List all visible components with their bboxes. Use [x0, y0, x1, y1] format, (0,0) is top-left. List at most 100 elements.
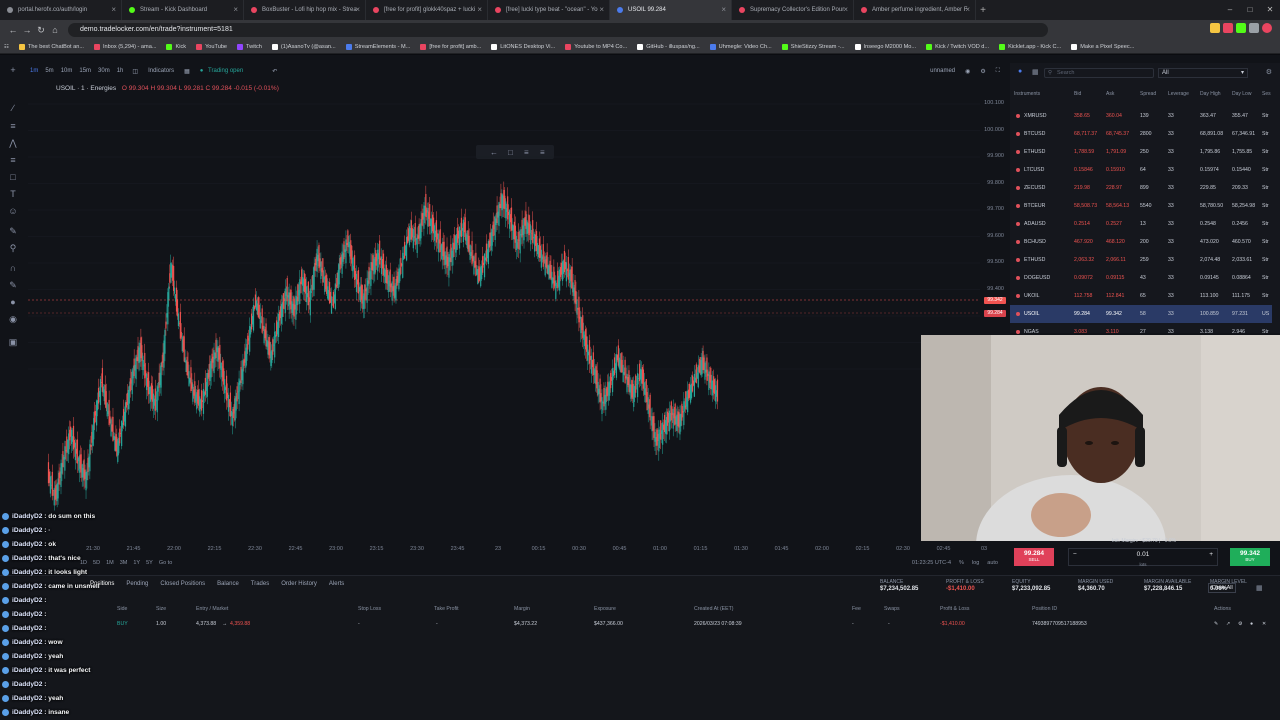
sell-button[interactable]: 99.284 SELL — [1014, 548, 1054, 566]
extension-icon[interactable] — [1223, 23, 1233, 33]
bookmark-item[interactable]: Inseego M2000 Mo... — [851, 43, 923, 50]
fib-icon[interactable]: ≡ — [8, 155, 18, 165]
bookmark-item[interactable]: Twitch — [233, 43, 268, 50]
bookmark-item[interactable]: Kick / Twitch VOD d... — [922, 43, 995, 50]
rectangle-icon[interactable]: □ — [8, 172, 18, 182]
log-toggle[interactable]: log — [972, 560, 979, 566]
buy-button[interactable]: 99.342 BUY — [1230, 548, 1270, 566]
layouts-icon[interactable]: ▦ — [181, 68, 193, 75]
close-tab-icon[interactable]: × — [965, 5, 970, 14]
url-input[interactable]: demo.tradelocker.com/en/trade?instrument… — [68, 23, 1048, 37]
symbol-name[interactable]: USOIL · 1 · Energies — [56, 85, 116, 92]
bookmark-item[interactable]: StreamElements - M... — [342, 43, 417, 50]
close-tab-icon[interactable]: × — [355, 5, 360, 14]
positions-column-header[interactable]: Actions — [1214, 606, 1231, 612]
close-tab-icon[interactable]: × — [477, 5, 482, 14]
zoom-icon[interactable]: ⚲ — [8, 243, 18, 253]
watchlist-column-header[interactable]: Bid — [1074, 91, 1081, 97]
timeframe-button[interactable]: 1m — [28, 68, 40, 74]
favorite-icon[interactable] — [1016, 186, 1020, 190]
bookmark-item[interactable]: LitONES Desktop Vi... — [487, 43, 561, 50]
fullscreen-icon[interactable]: ⛶ — [993, 68, 1003, 75]
tab-order-history[interactable]: Order History — [281, 581, 317, 587]
extension-icon[interactable] — [1236, 23, 1246, 33]
columns-icon[interactable]: ▦ — [1032, 68, 1039, 76]
bookmark-item[interactable]: (1)AsanoTv (@asan... — [268, 43, 342, 50]
watchlist-row-bchusd[interactable]: BCHUSD 467.920 468.120 200 33 473.020 460.570 S… — [1010, 233, 1272, 251]
reload-icon[interactable]: ↻ — [34, 25, 48, 36]
close-all-button[interactable]: Close All — [1208, 583, 1236, 593]
time-axis[interactable]: 21:30 21:45 22:00 22:15 22:30 22:45 23:00 23:15… — [28, 544, 1008, 556]
watchlist-column-header[interactable]: Ask — [1106, 91, 1114, 97]
bookmark-item[interactable]: ShieStizzy Stream -... — [778, 43, 851, 50]
trash-icon[interactable]: ▣ — [8, 337, 18, 347]
screenshot-icon[interactable]: ◉ — [962, 68, 973, 75]
settings-icon[interactable]: ⚙ — [1238, 621, 1243, 627]
watchlist-row-ethusd[interactable]: ETHUSD 2,063.32 2,066.11 259 33 2,074.48 2,033… — [1010, 251, 1272, 269]
undo-icon[interactable]: ↶ — [269, 68, 280, 75]
extension-icon[interactable] — [1249, 23, 1259, 33]
favorite-icon[interactable] — [1016, 330, 1020, 334]
close-tab-icon[interactable]: × — [111, 5, 116, 14]
bookmark-item[interactable]: YouTube — [192, 43, 233, 50]
forward-icon[interactable]: → — [20, 25, 34, 35]
timeframe-button[interactable]: 30m — [96, 68, 112, 74]
favorite-icon[interactable] — [1016, 276, 1020, 280]
home-icon[interactable]: ⌂ — [48, 25, 62, 35]
positions-column-header[interactable]: Entry / Market — [196, 606, 228, 612]
favorite-icon[interactable] — [1016, 132, 1020, 136]
watchlist-column-header[interactable]: Day High — [1200, 91, 1221, 97]
favorite-icon[interactable] — [1016, 150, 1020, 154]
layout-icon[interactable]: ▦ — [1256, 584, 1263, 592]
close-icon[interactable]: ✕ — [1262, 621, 1266, 627]
chart-type-icon[interactable]: ◫ — [129, 68, 141, 75]
browser-tab[interactable]: BoxBuster - Lofi hip hop mix - Strea × — [244, 0, 366, 20]
positions-column-header[interactable]: Exposure — [594, 606, 616, 612]
favorite-icon[interactable] — [1016, 168, 1020, 172]
bookmark-item[interactable]: [free for profit] amb... — [416, 43, 487, 50]
price-chart[interactable]: ← □ ≡ ≡ — [28, 95, 980, 545]
positions-column-header[interactable]: Swaps — [884, 606, 900, 612]
tab-balance[interactable]: Balance — [217, 581, 239, 587]
positions-column-header[interactable]: Profit & Loss — [940, 606, 969, 612]
positions-column-header[interactable]: Margin — [514, 606, 530, 612]
crosshair-icon[interactable]: + — [8, 65, 18, 75]
browser-tab[interactable]: Amber perfume ingredient, Amber F × — [854, 0, 976, 20]
emoji-icon[interactable]: ☺ — [8, 206, 18, 216]
instrument-search-input[interactable]: ⚲ Search — [1044, 68, 1154, 78]
watchlist-column-header[interactable]: Ses — [1262, 91, 1271, 97]
watchlist-column-header[interactable]: Spread — [1140, 91, 1156, 97]
layout-name[interactable]: unnamed — [927, 68, 958, 74]
back-icon[interactable]: ← — [6, 25, 20, 35]
table-row[interactable]: BUY 1.00 4,373.88 → 4,359.88 - - $4,373.… — [0, 621, 1280, 631]
bookmark-item[interactable]: Youtube to MP4 Co... — [561, 43, 633, 50]
minimize-icon[interactable]: – — [1220, 0, 1240, 20]
favorite-icon[interactable] — [1016, 312, 1020, 316]
position-tp[interactable]: - — [436, 621, 438, 627]
indicators-button[interactable]: Indicators — [145, 68, 177, 74]
timezone-label[interactable]: 01:23:25 UTC-4 — [912, 560, 951, 566]
close-window-icon[interactable]: ✕ — [1260, 0, 1280, 20]
settings-icon[interactable]: ⚙ — [977, 68, 988, 75]
watchlist-row-btceur[interactable]: BTCEUR 58,508.73 58,564.13 5540 33 58,780.50 5… — [1010, 197, 1272, 215]
quantity-stepper[interactable]: 0.01 − + lots — [1068, 548, 1218, 567]
watchlist-row-ltcusd[interactable]: LTCUSD 0.15846 0.15910 64 33 0.15974 0.15440 St… — [1010, 161, 1272, 179]
tab-alerts[interactable]: Alerts — [329, 581, 344, 587]
bookmark-item[interactable]: The best ChatBot an... — [15, 43, 90, 50]
watchlist-row-ethusd[interactable]: ETHUSD 1,788.59 1,791.09 250 33 1,795.86 1,755… — [1010, 143, 1272, 161]
bookmark-item[interactable]: Uhmegle: Video Ch... — [706, 43, 778, 50]
category-filter[interactable]: All ▾ — [1158, 68, 1248, 78]
auto-toggle[interactable]: auto — [987, 560, 998, 566]
close-tab-icon[interactable]: × — [599, 5, 604, 14]
bookmark-item[interactable]: Make a Pixel Speec... — [1067, 43, 1140, 50]
position-sl[interactable]: - — [358, 621, 360, 627]
bookmark-item[interactable]: Inbox (5,294) - ama... — [90, 43, 162, 50]
share-icon[interactable]: ↗ — [1226, 621, 1230, 627]
browser-tab[interactable]: Supremacy Collector's Edition Pour × — [732, 0, 854, 20]
settings-icon[interactable]: ⚙ — [1266, 68, 1272, 76]
positions-column-header[interactable]: Fee — [852, 606, 861, 612]
watchlist-row-usoil[interactable]: USOIL 99.284 99.342 58 33 100.859 97.231 US — [1010, 305, 1272, 323]
positions-column-header[interactable]: Take Profit — [434, 606, 459, 612]
browser-tab[interactable]: [free for profit] glokk40spaz + lucki × — [366, 0, 488, 20]
watchlist-row-btcusd[interactable]: BTCUSD 68,717.37 68,745.37 2800 33 68,891.08 6… — [1010, 125, 1272, 143]
